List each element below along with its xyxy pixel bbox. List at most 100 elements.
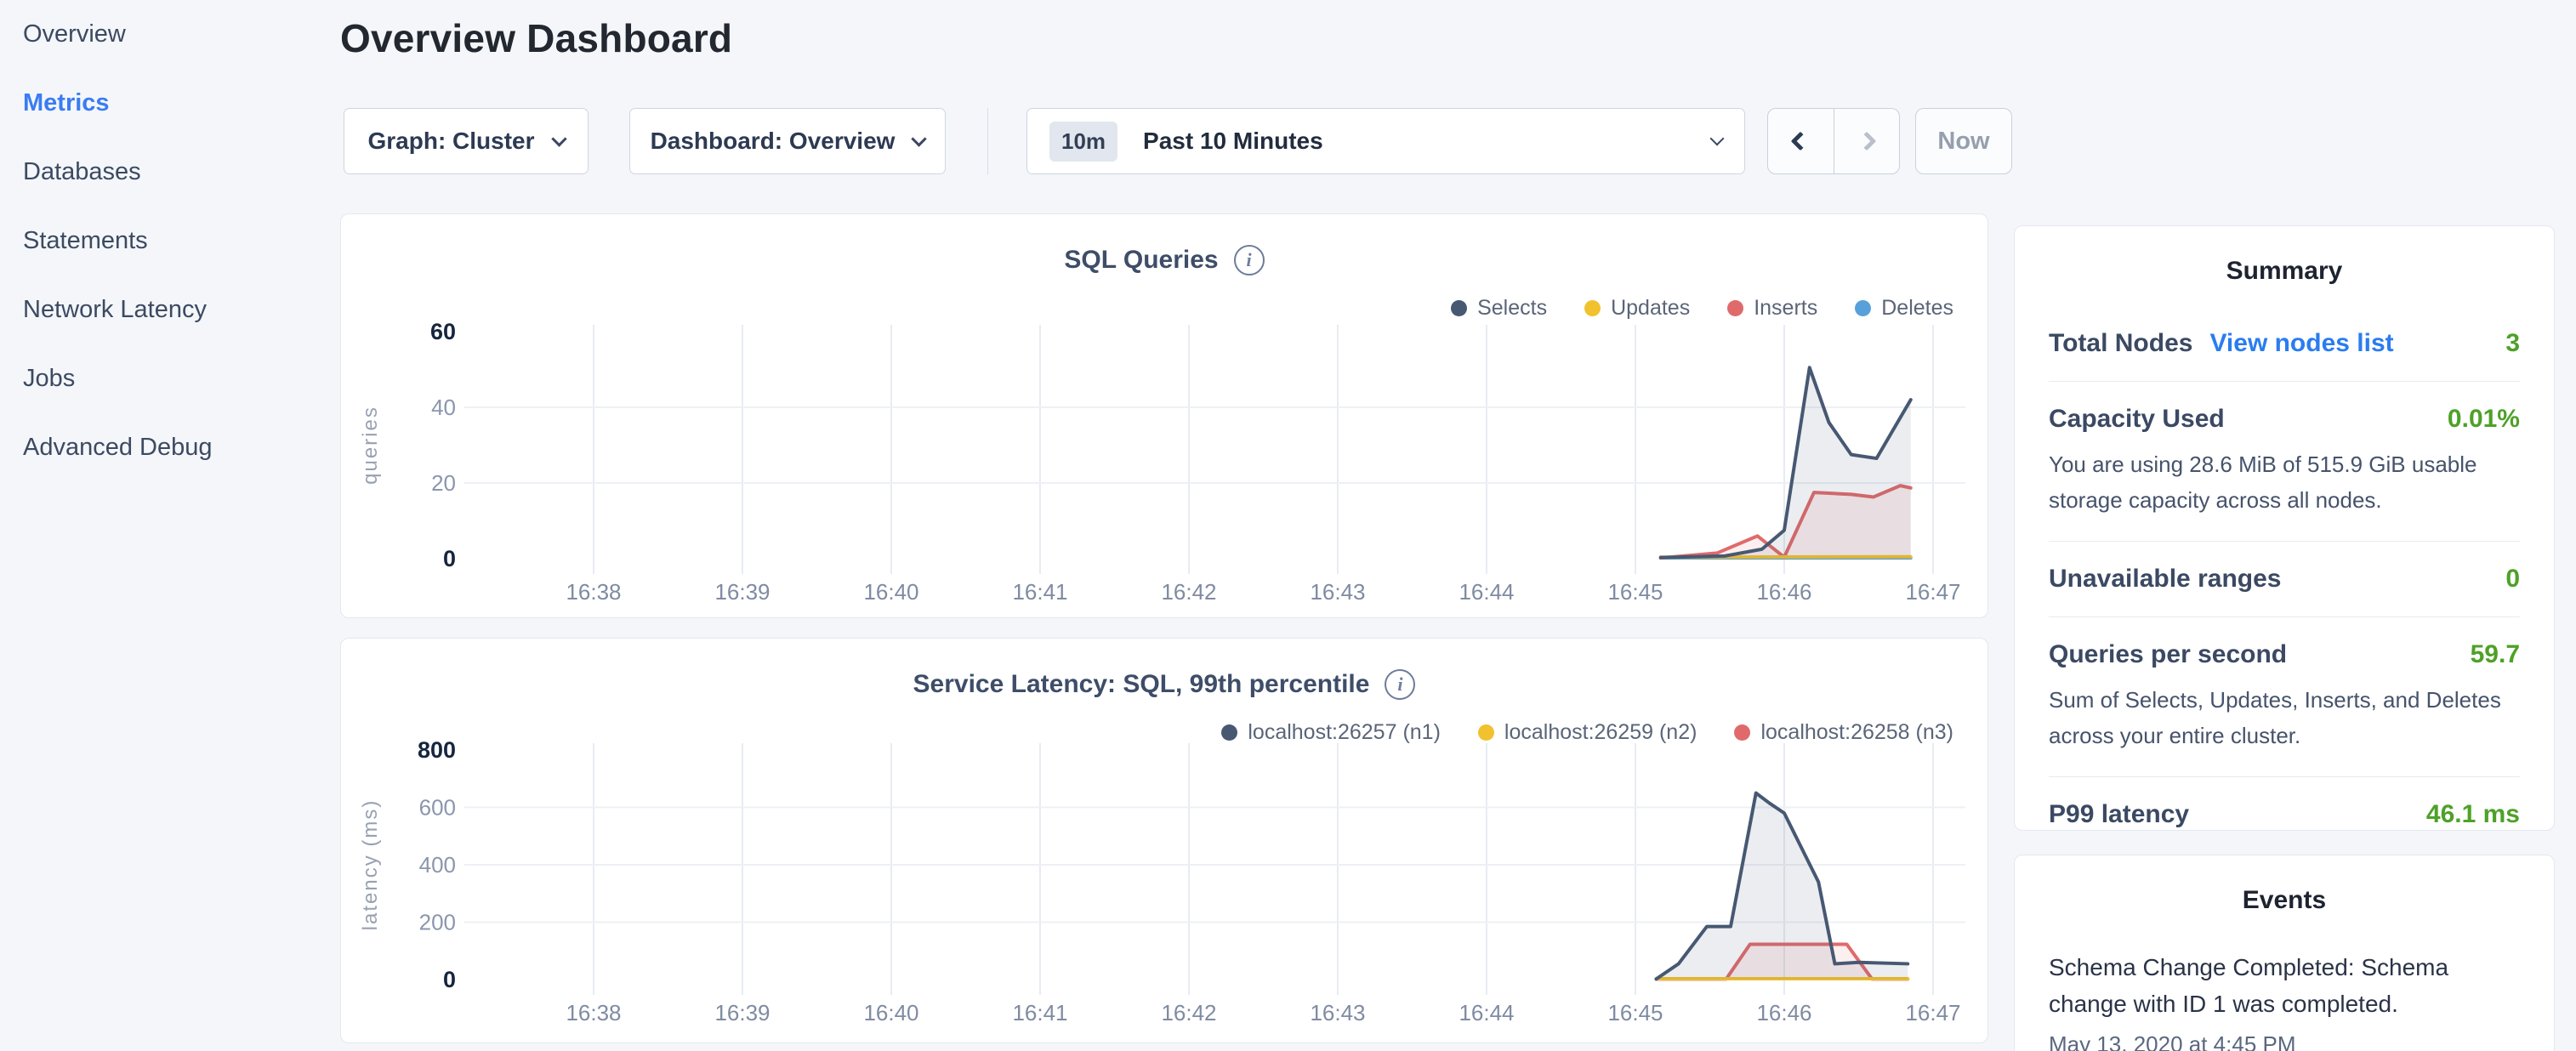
svg-text:0: 0 bbox=[443, 967, 456, 992]
svg-text:400: 400 bbox=[419, 852, 456, 878]
dashboard-dropdown[interactable]: Dashboard: Overview bbox=[629, 108, 946, 174]
legend-dot-icon bbox=[1584, 300, 1601, 316]
svg-text:16:42: 16:42 bbox=[1161, 1000, 1216, 1025]
svg-text:0: 0 bbox=[443, 546, 456, 571]
service-latency-chart-card: Service Latency: SQL, 99th percentile i … bbox=[340, 638, 1988, 1043]
svg-text:800: 800 bbox=[418, 741, 456, 763]
summary-label: P99 latency bbox=[2049, 800, 2189, 829]
sidebar: Overview Metrics Databases Statements Ne… bbox=[0, 0, 340, 1051]
legend-dot-icon bbox=[1451, 300, 1467, 316]
dashboard-dropdown-label: Dashboard: Overview bbox=[651, 128, 896, 155]
summary-value: 3 bbox=[2505, 329, 2520, 358]
svg-text:16:42: 16:42 bbox=[1161, 579, 1216, 605]
sidebar-item-metrics[interactable]: Metrics bbox=[23, 69, 340, 138]
legend-dot-icon bbox=[1727, 300, 1743, 316]
summary-description: You are using 28.6 MiB of 515.9 GiB usab… bbox=[2049, 447, 2520, 518]
summary-label: Capacity Used bbox=[2049, 405, 2225, 434]
summary-row-capacity-used: Capacity Used 0.01% You are using 28.6 M… bbox=[2049, 382, 2520, 542]
sidebar-item-network-latency[interactable]: Network Latency bbox=[23, 276, 340, 344]
events-panel: Events Schema Change Completed: Schema c… bbox=[2014, 855, 2555, 1051]
y-axis-label: queries bbox=[359, 406, 382, 485]
legend-dot-icon bbox=[1734, 724, 1750, 741]
svg-text:20: 20 bbox=[431, 470, 456, 496]
summary-label: Queries per second bbox=[2049, 640, 2287, 669]
svg-text:200: 200 bbox=[419, 910, 456, 935]
summary-label: Total Nodes bbox=[2049, 329, 2192, 358]
summary-value: 0 bbox=[2505, 565, 2520, 594]
svg-text:16:46: 16:46 bbox=[1756, 579, 1811, 605]
graph-scope-dropdown-label: Graph: Cluster bbox=[367, 128, 534, 155]
summary-row-unavailable-ranges: Unavailable ranges 0 bbox=[2049, 542, 2520, 617]
summary-label: Unavailable ranges bbox=[2049, 565, 2281, 594]
summary-row-total-nodes: Total Nodes View nodes list 3 bbox=[2049, 306, 2520, 382]
summary-value: 0.01% bbox=[2448, 405, 2520, 434]
chevron-down-icon bbox=[912, 131, 927, 146]
svg-text:16:45: 16:45 bbox=[1607, 1000, 1663, 1025]
event-list-item[interactable]: Schema Change Completed: Schema change w… bbox=[2049, 949, 2520, 1051]
summary-row-p99-latency: P99 latency 46.1 ms bbox=[2049, 777, 2520, 852]
chevron-down-icon bbox=[551, 131, 566, 146]
svg-text:16:41: 16:41 bbox=[1012, 579, 1067, 605]
summary-title: Summary bbox=[2049, 257, 2520, 286]
svg-text:600: 600 bbox=[419, 795, 456, 821]
chevron-down-icon bbox=[1710, 132, 1725, 146]
svg-text:60: 60 bbox=[430, 319, 456, 344]
time-step-buttons bbox=[1767, 108, 1900, 174]
event-text: Schema Change Completed: Schema change w… bbox=[2049, 949, 2520, 1023]
svg-text:16:43: 16:43 bbox=[1310, 579, 1365, 605]
time-range-dropdown[interactable]: 10m Past 10 Minutes bbox=[1026, 108, 1745, 174]
sql-queries-line-chart[interactable]: 16:38 16:39 16:40 16:41 16:42 16:43 16:44 16:45… bbox=[358, 316, 1974, 610]
y-axis-label: latency (ms) bbox=[359, 799, 382, 931]
svg-text:16:45: 16:45 bbox=[1607, 579, 1663, 605]
sidebar-item-statements[interactable]: Statements bbox=[23, 207, 340, 276]
controls-divider bbox=[987, 108, 988, 174]
summary-row-queries-per-second: Queries per second 59.7 Sum of Selects, … bbox=[2049, 617, 2520, 777]
chevron-left-icon bbox=[1791, 132, 1811, 151]
svg-text:16:44: 16:44 bbox=[1459, 579, 1514, 605]
sidebar-item-databases[interactable]: Databases bbox=[23, 138, 340, 207]
svg-text:16:41: 16:41 bbox=[1012, 1000, 1067, 1025]
svg-text:16:38: 16:38 bbox=[566, 1000, 621, 1025]
time-range-label: Past 10 Minutes bbox=[1143, 128, 1323, 155]
chart-title-text: Service Latency: SQL, 99th percentile bbox=[913, 670, 1370, 699]
legend-dot-icon bbox=[1221, 724, 1237, 741]
sidebar-item-jobs[interactable]: Jobs bbox=[23, 344, 340, 413]
summary-value: 59.7 bbox=[2471, 640, 2520, 669]
chart-title-text: SQL Queries bbox=[1064, 246, 1218, 275]
page-title: Overview Dashboard bbox=[340, 15, 732, 61]
chart-title: Service Latency: SQL, 99th percentile i bbox=[913, 669, 1416, 700]
info-icon[interactable]: i bbox=[1234, 245, 1265, 276]
chevron-right-icon bbox=[1857, 132, 1876, 151]
event-timestamp: May 13, 2020 at 4:45 PM bbox=[2049, 1031, 2520, 1051]
svg-text:16:38: 16:38 bbox=[566, 579, 621, 605]
svg-text:16:40: 16:40 bbox=[863, 579, 918, 605]
sidebar-item-overview[interactable]: Overview bbox=[23, 0, 340, 69]
sidebar-item-advanced-debug[interactable]: Advanced Debug bbox=[23, 413, 340, 482]
info-icon[interactable]: i bbox=[1385, 669, 1415, 700]
legend-dot-icon bbox=[1478, 724, 1494, 741]
svg-text:16:39: 16:39 bbox=[714, 579, 770, 605]
time-step-forward-button[interactable] bbox=[1834, 109, 1900, 173]
time-step-back-button[interactable] bbox=[1768, 109, 1834, 173]
series-area-localhost:26257 (n1) bbox=[1657, 793, 1908, 980]
svg-text:16:46: 16:46 bbox=[1756, 1000, 1811, 1025]
chart-title: SQL Queries i bbox=[1064, 245, 1264, 276]
sql-queries-chart-card: SQL Queries i Selects Updates Inserts De… bbox=[340, 213, 1988, 618]
view-nodes-list-link[interactable]: View nodes list bbox=[2209, 329, 2393, 358]
svg-text:16:40: 16:40 bbox=[863, 1000, 918, 1025]
graph-scope-dropdown[interactable]: Graph: Cluster bbox=[344, 108, 589, 174]
service-latency-line-chart[interactable]: 16:3816:3916:4016:4116:4216:4316:4416:45… bbox=[358, 741, 1974, 1034]
svg-text:16:47: 16:47 bbox=[1905, 1000, 1960, 1025]
svg-text:16:44: 16:44 bbox=[1459, 1000, 1514, 1025]
summary-value: 46.1 ms bbox=[2426, 800, 2520, 829]
svg-text:16:47: 16:47 bbox=[1905, 579, 1960, 605]
now-button[interactable]: Now bbox=[1915, 108, 2012, 174]
controls-bar: Graph: Cluster Dashboard: Overview 10m P… bbox=[340, 108, 2016, 174]
events-title: Events bbox=[2049, 886, 2520, 915]
svg-text:16:43: 16:43 bbox=[1310, 1000, 1365, 1025]
legend-dot-icon bbox=[1855, 300, 1871, 316]
x-grid-and-ticks: 16:38 16:39 16:40 16:41 16:42 16:43 16:44 16:45… bbox=[566, 325, 1960, 605]
summary-description: Sum of Selects, Updates, Inserts, and De… bbox=[2049, 683, 2520, 753]
summary-panel: Summary Total Nodes View nodes list 3 Ca… bbox=[2014, 225, 2555, 831]
svg-text:40: 40 bbox=[431, 395, 456, 420]
